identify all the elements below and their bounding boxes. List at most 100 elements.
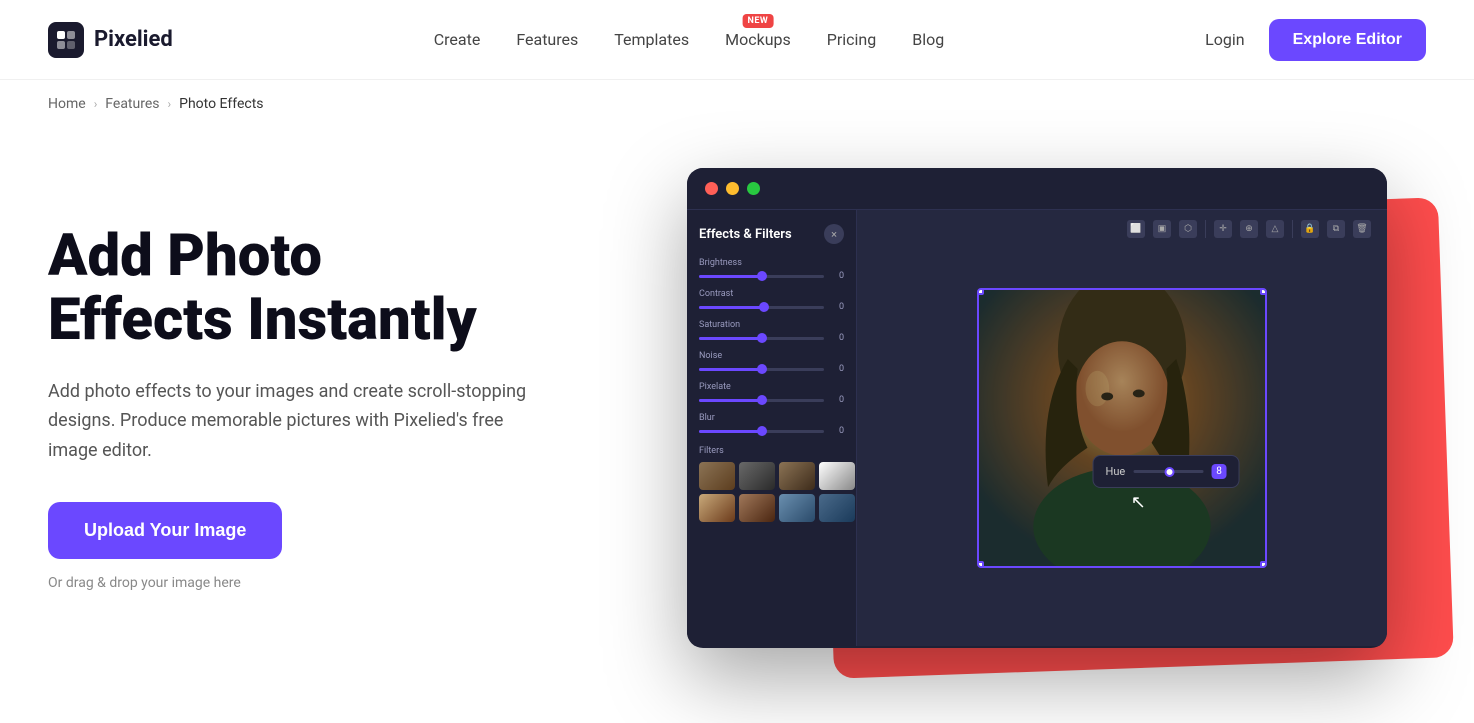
cursor-indicator: ↖	[1131, 492, 1146, 513]
nav-templates[interactable]: Templates	[614, 30, 689, 49]
blur-label: Blur	[699, 413, 844, 423]
handle-top-right[interactable]	[1260, 288, 1267, 295]
noise-slider-row: 0	[699, 364, 844, 374]
toolbar-icon-delete[interactable]: 🗑	[1353, 220, 1371, 238]
pixelate-track[interactable]	[699, 399, 824, 402]
main-nav: Create Features Templates NEW Mockups Pr…	[434, 30, 944, 49]
blur-thumb[interactable]	[757, 426, 767, 436]
toolbar-separator-1	[1205, 220, 1206, 238]
logo[interactable]: Pixelied	[48, 22, 173, 58]
saturation-thumb[interactable]	[757, 333, 767, 343]
hero-description: Add photo effects to your images and cre…	[48, 377, 528, 466]
nav-mockups[interactable]: NEW Mockups	[725, 30, 791, 49]
contrast-value: 0	[830, 302, 844, 312]
header-right: Login Explore Editor	[1205, 19, 1426, 61]
pixelate-fill	[699, 399, 762, 402]
handle-bottom-left[interactable]	[977, 561, 984, 568]
brightness-thumb[interactable]	[757, 271, 767, 281]
image-frame: Hue 8 ↖	[977, 288, 1267, 568]
blur-slider-row: 0	[699, 426, 844, 436]
hue-value: 8	[1211, 464, 1227, 479]
explore-editor-button[interactable]: Explore Editor	[1269, 19, 1426, 61]
toolbar-icon-3[interactable]: ⬡	[1179, 220, 1197, 238]
blur-slider-group: Blur 0	[699, 413, 844, 436]
pixelate-value: 0	[830, 395, 844, 405]
panel-header: Effects & Filters ×	[699, 224, 844, 244]
image-placeholder	[979, 290, 1265, 566]
hue-slider-thumb[interactable]	[1165, 467, 1175, 477]
toolbar-icon-2[interactable]: ▣	[1153, 220, 1171, 238]
handle-bottom-right[interactable]	[1260, 561, 1267, 568]
contrast-track[interactable]	[699, 306, 824, 309]
noise-value: 0	[830, 364, 844, 374]
pixelate-slider-row: 0	[699, 395, 844, 405]
saturation-track[interactable]	[699, 337, 824, 340]
window-dot-green	[747, 182, 760, 195]
breadcrumb-sep-2: ›	[168, 97, 172, 111]
nav-create[interactable]: Create	[434, 30, 481, 49]
filter-1[interactable]	[699, 462, 735, 490]
brightness-value: 0	[830, 271, 844, 281]
header: Pixelied Create Features Templates NEW M…	[0, 0, 1474, 80]
noise-thumb[interactable]	[757, 364, 767, 374]
filter-7[interactable]	[779, 494, 815, 522]
nav-features[interactable]: Features	[516, 30, 578, 49]
breadcrumb-home[interactable]: Home	[48, 96, 86, 112]
person-svg	[979, 290, 1265, 566]
blur-fill	[699, 430, 762, 433]
filter-2[interactable]	[739, 462, 775, 490]
filter-5[interactable]	[699, 494, 735, 522]
new-badge: NEW	[743, 14, 774, 28]
contrast-slider-group: Contrast 0	[699, 289, 844, 312]
saturation-value: 0	[830, 333, 844, 343]
noise-fill	[699, 368, 762, 371]
breadcrumb-current: Photo Effects	[179, 96, 263, 112]
saturation-fill	[699, 337, 762, 340]
hero-left: Add Photo Effects Instantly Add photo ef…	[48, 225, 588, 591]
saturation-slider-group: Saturation 0	[699, 320, 844, 343]
breadcrumb: Home › Features › Photo Effects	[0, 80, 1474, 128]
selected-image[interactable]	[977, 288, 1267, 568]
toolbar-icon-5[interactable]: ⊕	[1240, 220, 1258, 238]
contrast-fill	[699, 306, 764, 309]
logo-icon	[48, 22, 84, 58]
handle-top-left[interactable]	[977, 288, 984, 295]
filter-8[interactable]	[819, 494, 855, 522]
drag-drop-hint: Or drag & drop your image here	[48, 575, 588, 591]
toolbar-icon-copy[interactable]: ⧉	[1327, 220, 1345, 238]
brightness-slider-group: Brightness 0	[699, 258, 844, 281]
noise-track[interactable]	[699, 368, 824, 371]
window-dot-yellow	[726, 182, 739, 195]
login-button[interactable]: Login	[1205, 30, 1244, 49]
breadcrumb-features[interactable]: Features	[105, 96, 159, 112]
noise-label: Noise	[699, 351, 844, 361]
panel-title: Effects & Filters	[699, 227, 792, 242]
pixelate-thumb[interactable]	[757, 395, 767, 405]
blur-track[interactable]	[699, 430, 824, 433]
toolbar-icon-4[interactable]: ✛	[1214, 220, 1232, 238]
saturation-label: Saturation	[699, 320, 844, 330]
saturation-slider-row: 0	[699, 333, 844, 343]
brightness-track[interactable]	[699, 275, 824, 278]
canvas-toolbar: ⬜ ▣ ⬡ ✛ ⊕ △ 🔒 ⧉ 🗑	[1127, 220, 1371, 238]
toolbar-separator-2	[1292, 220, 1293, 238]
contrast-thumb[interactable]	[759, 302, 769, 312]
nav-pricing[interactable]: Pricing	[827, 30, 877, 49]
filter-3[interactable]	[779, 462, 815, 490]
toolbar-icon-1[interactable]: ⬜	[1127, 220, 1145, 238]
upload-image-button[interactable]: Upload Your Image	[48, 502, 282, 559]
hue-tooltip: Hue 8	[1093, 455, 1240, 488]
logo-text: Pixelied	[94, 27, 173, 52]
hue-slider-track[interactable]	[1133, 470, 1203, 473]
filter-6[interactable]	[739, 494, 775, 522]
editor-window: Effects & Filters × Brightness 0	[687, 168, 1387, 648]
toolbar-icon-6[interactable]: △	[1266, 220, 1284, 238]
toolbar-icon-lock[interactable]: 🔒	[1301, 220, 1319, 238]
canvas-area[interactable]: ⬜ ▣ ⬡ ✛ ⊕ △ 🔒 ⧉ 🗑	[857, 210, 1387, 646]
pixelate-label: Pixelate	[699, 382, 844, 392]
noise-slider-group: Noise 0	[699, 351, 844, 374]
breadcrumb-sep-1: ›	[94, 97, 98, 111]
filter-4[interactable]	[819, 462, 855, 490]
nav-blog[interactable]: Blog	[912, 30, 944, 49]
panel-close-button[interactable]: ×	[824, 224, 844, 244]
